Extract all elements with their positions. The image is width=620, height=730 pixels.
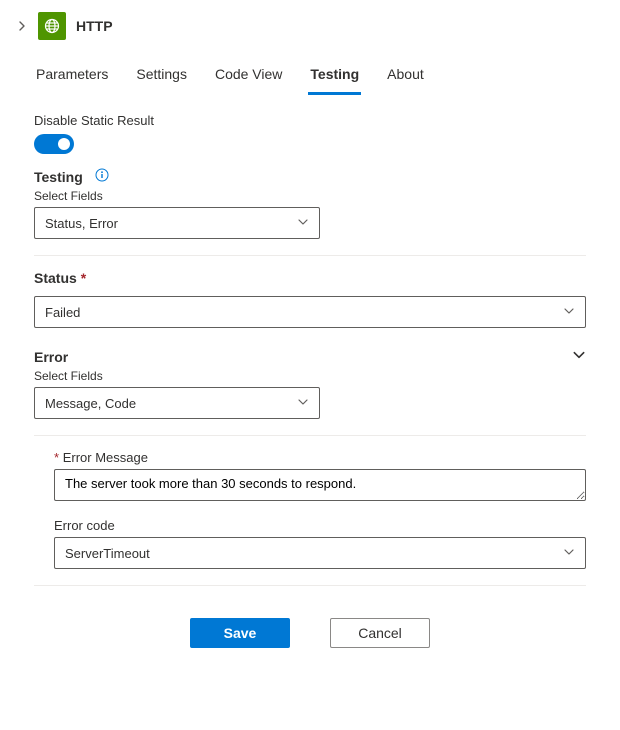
testing-select-fields-label: Select Fields (34, 189, 586, 203)
error-select-fields-value: Message, Code (45, 396, 136, 411)
error-select-fields-label: Select Fields (34, 369, 586, 383)
tab-bar: Parameters Settings Code View Testing Ab… (0, 48, 620, 95)
error-heading: Error (34, 349, 68, 365)
error-code-dropdown[interactable]: ServerTimeout (54, 537, 586, 569)
info-icon[interactable] (95, 168, 109, 185)
testing-heading: Testing (34, 169, 83, 185)
save-button[interactable]: Save (190, 618, 290, 648)
status-dropdown[interactable]: Failed (34, 296, 586, 328)
testing-select-fields-dropdown[interactable]: Status, Error (34, 207, 320, 239)
error-message-input[interactable] (54, 469, 586, 501)
chevron-down-icon (563, 546, 575, 561)
chevron-down-icon (297, 396, 309, 411)
tab-code-view[interactable]: Code View (213, 58, 284, 95)
disable-static-result-toggle[interactable] (34, 134, 74, 154)
http-app-icon (38, 12, 66, 40)
footer-actions: Save Cancel (34, 600, 586, 668)
chevron-down-icon (297, 216, 309, 231)
cancel-button[interactable]: Cancel (330, 618, 430, 648)
tab-testing[interactable]: Testing (308, 58, 361, 95)
divider (34, 435, 586, 436)
panel-header: HTTP (0, 0, 620, 48)
error-select-fields-dropdown[interactable]: Message, Code (34, 387, 320, 419)
error-code-value: ServerTimeout (65, 546, 150, 561)
tab-parameters[interactable]: Parameters (34, 58, 110, 95)
chevron-down-icon (563, 305, 575, 320)
panel-title: HTTP (76, 18, 113, 34)
status-value: Failed (45, 305, 80, 320)
status-heading: Status * (34, 270, 586, 286)
error-message-label: * Error Message (54, 450, 586, 465)
expand-caret-icon[interactable] (16, 20, 28, 32)
divider (34, 255, 586, 256)
tab-settings[interactable]: Settings (134, 58, 189, 95)
testing-heading-row: Testing (34, 168, 586, 185)
tab-about[interactable]: About (385, 58, 426, 95)
disable-static-result-label: Disable Static Result (34, 113, 586, 128)
error-code-label: Error code (54, 518, 586, 533)
required-asterisk: * (54, 450, 59, 465)
testing-select-fields-value: Status, Error (45, 216, 118, 231)
error-collapse-icon[interactable] (572, 348, 586, 365)
divider (34, 585, 586, 586)
disable-static-result-section: Disable Static Result (34, 113, 586, 154)
required-asterisk: * (81, 270, 86, 286)
